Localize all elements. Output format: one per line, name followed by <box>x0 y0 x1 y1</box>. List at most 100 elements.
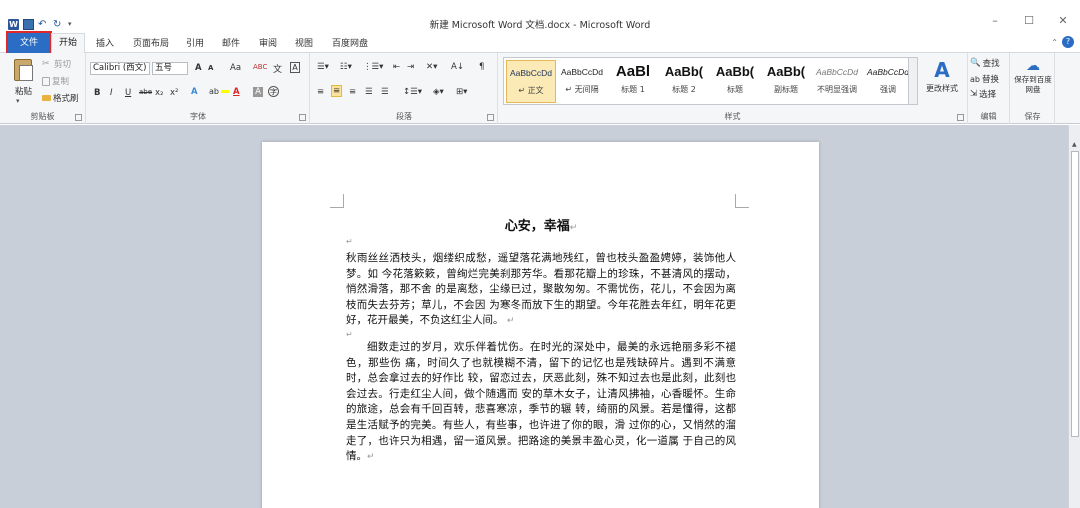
style-normal[interactable]: AaBbCcDd ↵ 正文 <box>506 60 556 103</box>
select-button[interactable]: ⇲ 选择 <box>970 88 996 100</box>
tab-view[interactable]: 视图 <box>295 36 313 49</box>
select-icon: ⇲ <box>970 89 978 99</box>
tab-file[interactable]: 文件 <box>6 31 52 55</box>
increase-indent-icon[interactable]: ⇥ <box>407 62 414 72</box>
decrease-indent-icon[interactable]: ⇤ <box>393 62 400 72</box>
change-styles-button[interactable]: A 更改样式 <box>921 57 963 94</box>
grow-font-button[interactable]: A <box>195 63 202 73</box>
word-window: W ↶ ↻ ▾ 新建 Microsoft Word 文档.docx - Micr… <box>0 0 1080 508</box>
tab-insert[interactable]: 插入 <box>96 36 114 49</box>
chinese-layout-icon[interactable]: ✕▾ <box>426 62 437 72</box>
char-shading-icon[interactable]: A <box>253 87 263 97</box>
shrink-font-button[interactable]: A <box>208 64 213 72</box>
paragraph-launcher-icon[interactable] <box>487 114 494 121</box>
document-page[interactable]: 心安，幸福↵ ↵ 秋雨丝丝洒枝头，烟缕织成愁，遥望落花满地残红，曾也枝头盈盈娉婷… <box>262 142 819 508</box>
format-painter-button[interactable]: 格式刷 <box>42 92 79 104</box>
tab-home[interactable]: 开始 <box>51 33 85 54</box>
style-subtitle[interactable]: AaBb( 副标题 <box>761 60 811 103</box>
style-no-spacing[interactable]: AaBbCcDd ↵ 无间隔 <box>557 60 607 103</box>
align-right-icon[interactable]: ≡ <box>349 87 356 97</box>
font-color-icon[interactable]: A <box>233 87 240 97</box>
superscript-button[interactable]: x² <box>170 88 178 98</box>
tab-references[interactable]: 引用 <box>186 36 204 49</box>
scroll-up-icon[interactable]: ▲ <box>1072 141 1077 148</box>
clear-format-button[interactable]: ABC <box>253 63 267 71</box>
baidu-cloud-icon: ☁ <box>1026 58 1040 74</box>
shading-icon[interactable]: ◈▾ <box>433 87 444 97</box>
cut-button[interactable]: ✂ 剪切 <box>42 58 71 70</box>
style-sample: AaBbCcDd <box>509 68 553 78</box>
sort-icon[interactable]: A↓ <box>451 62 464 72</box>
char-border-icon[interactable]: A <box>290 62 300 73</box>
paragraph-mark: ↵ <box>569 223 578 233</box>
text-effects-icon[interactable]: A <box>191 87 198 97</box>
tab-review[interactable]: 审阅 <box>259 36 277 49</box>
numbering-icon[interactable]: ☷▾ <box>340 62 352 72</box>
empty-paragraph-mark: ↵ <box>346 330 353 339</box>
style-subtle-emphasis[interactable]: AaBbCcDd 不明显强调 <box>812 60 862 103</box>
help-icon[interactable]: ? <box>1062 36 1074 48</box>
style-name: 标题 <box>727 85 743 94</box>
clipboard-launcher-icon[interactable] <box>75 114 82 121</box>
align-center-icon[interactable]: ≡ <box>331 85 343 97</box>
replace-icon: ab <box>970 74 980 84</box>
margin-corner-mark <box>330 194 344 208</box>
style-heading-2[interactable]: AaBb( 标题 2 <box>659 60 709 103</box>
document-title[interactable]: 心安，幸福↵ <box>346 215 736 234</box>
enclose-char-icon[interactable]: 字 <box>268 86 279 97</box>
window-title: 新建 Microsoft Word 文档.docx - Microsoft Wo… <box>429 20 651 31</box>
ribbon-tabs: 文件 开始 插入 页面布局 引用 邮件 审阅 视图 百度网盘 ⌃ ? <box>0 31 1080 55</box>
clipboard-group: 粘贴 ▾ ✂ 剪切 复制 格式刷 剪贴板 <box>0 53 86 124</box>
document-paragraph[interactable]: 秋雨丝丝洒枝头，烟缕织成愁，遥望落花满地残红，曾也枝头盈盈娉婷，装饰他人梦。如 … <box>346 251 736 330</box>
paragraph-group: ☰▾ ☷▾ ⋮☰▾ ⇤ ⇥ ✕▾ A↓ ¶ ≡ ≡ ≡ ☰ ☰ ↕☰▾ ◈▾ ⊞… <box>311 53 498 124</box>
style-emphasis[interactable]: AaBbCcDd 强调 <box>863 60 913 103</box>
close-icon[interactable]: ✕ <box>1046 14 1080 27</box>
bullets-icon[interactable]: ☰▾ <box>317 62 329 72</box>
strikethrough-button[interactable]: abe <box>139 88 152 96</box>
scrollbar-thumb[interactable] <box>1071 151 1079 437</box>
minimize-icon[interactable]: – <box>978 14 1012 27</box>
paste-dropdown-icon[interactable]: ▾ <box>16 97 20 105</box>
style-sample: AaBbCcDd <box>560 67 604 77</box>
borders-icon[interactable]: ⊞▾ <box>456 87 467 97</box>
paste-button[interactable]: 粘贴 <box>15 85 32 97</box>
copy-icon <box>42 76 50 86</box>
distribute-icon[interactable]: ☰ <box>381 87 389 97</box>
paste-icon[interactable] <box>10 57 38 83</box>
subscript-button[interactable]: x₂ <box>155 88 163 98</box>
change-case-button[interactable]: Aa <box>230 63 241 73</box>
collapse-ribbon-icon[interactable]: ⌃ <box>1051 38 1058 47</box>
style-name: 副标题 <box>774 85 798 94</box>
document-paragraph[interactable]: 细数走过的岁月，欢乐伴着忧伤。在时光的深处中，最美的永远艳丽多彩不褪色，那些伤 … <box>346 340 736 466</box>
phonetic-guide-icon[interactable]: 文 <box>273 62 282 75</box>
find-button[interactable]: 🔍 查找 <box>970 57 1000 69</box>
tab-mailings[interactable]: 邮件 <box>222 36 240 49</box>
bold-button[interactable]: B <box>94 88 100 98</box>
styles-group-label: 样式 <box>724 112 741 121</box>
maximize-icon[interactable]: ☐ <box>1012 14 1046 27</box>
style-heading-1[interactable]: AaBl 标题 1 <box>608 60 658 103</box>
font-launcher-icon[interactable] <box>299 114 306 121</box>
highlight-icon[interactable]: ab <box>209 87 229 96</box>
vertical-scrollbar[interactable]: ▲ <box>1068 125 1080 508</box>
show-marks-icon[interactable]: ¶ <box>479 62 484 72</box>
save-to-baidu-button[interactable]: ☁ 保存到百度网盘 <box>1014 57 1052 95</box>
replace-label: 替换 <box>981 75 999 85</box>
tab-page-layout[interactable]: 页面布局 <box>133 36 169 49</box>
align-left-icon[interactable]: ≡ <box>317 87 324 97</box>
italic-button[interactable]: I <box>110 88 113 98</box>
replace-button[interactable]: ab 替换 <box>970 73 999 86</box>
styles-gallery: AaBbCcDd ↵ 正文 AaBbCcDd ↵ 无间隔 AaBl 标题 1 A… <box>503 57 915 105</box>
font-name-select[interactable]: Calibri (西文) <box>90 62 150 75</box>
justify-icon[interactable]: ☰ <box>365 87 373 97</box>
tab-baidu-netdisk[interactable]: 百度网盘 <box>332 36 368 49</box>
copy-button[interactable]: 复制 <box>42 75 69 87</box>
styles-scroll[interactable] <box>908 57 918 105</box>
underline-button[interactable]: U <box>125 88 131 98</box>
font-group-label: 字体 <box>190 112 206 121</box>
styles-launcher-icon[interactable] <box>957 114 964 121</box>
multilevel-list-icon[interactable]: ⋮☰▾ <box>363 62 383 72</box>
font-size-select[interactable]: 五号 <box>152 62 188 75</box>
line-spacing-icon[interactable]: ↕☰▾ <box>403 87 422 97</box>
style-title[interactable]: AaBb( 标题 <box>710 60 760 103</box>
